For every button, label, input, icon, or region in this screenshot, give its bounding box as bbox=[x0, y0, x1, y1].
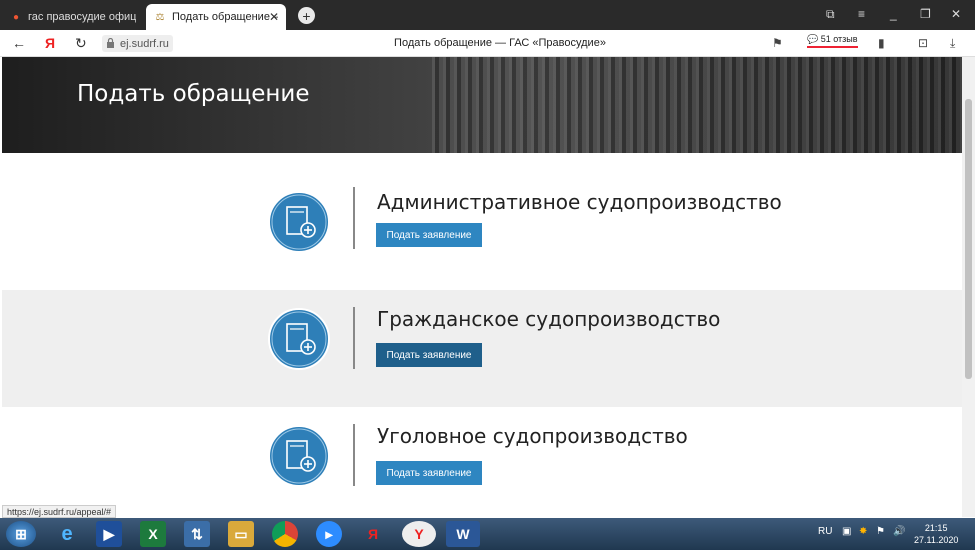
close-window-icon[interactable]: ✕ bbox=[951, 7, 961, 21]
yandex-icon[interactable]: Я bbox=[360, 521, 386, 547]
tabs-icon[interactable]: ⧉ bbox=[826, 7, 835, 22]
bookmark-icon[interactable]: ▮ bbox=[878, 36, 885, 50]
section-title: Гражданское судопроизводство bbox=[377, 307, 721, 331]
yandex-home-icon[interactable]: Я bbox=[45, 35, 55, 51]
hero-title: Подать обращение bbox=[77, 81, 310, 107]
bookshelf-background bbox=[432, 57, 962, 153]
explorer-folder-icon[interactable]: ▭ bbox=[228, 521, 254, 547]
browser-tabbar: ● гас правосудие официаль ⚖ Подать обращ… bbox=[0, 0, 975, 30]
document-add-icon bbox=[268, 191, 330, 253]
menu-icon[interactable]: ≡ bbox=[858, 7, 865, 21]
document-add-icon bbox=[268, 308, 330, 370]
tray-app-icon[interactable]: ▣ bbox=[842, 526, 851, 537]
reviews-badge[interactable]: 💬 51 отзыв bbox=[807, 34, 858, 48]
section-title: Административное судопроизводство bbox=[377, 190, 782, 214]
scrollbar-thumb[interactable] bbox=[965, 99, 972, 379]
reviews-label: 51 отзыв bbox=[820, 34, 858, 44]
action-center-flag-icon[interactable]: ⚑ bbox=[876, 526, 885, 537]
submit-application-button[interactable]: Подать заявление bbox=[376, 223, 482, 247]
yandex-favicon-icon: ● bbox=[12, 11, 20, 23]
section-administrative: Административное судопроизводство Подать… bbox=[2, 153, 962, 270]
translate-icon[interactable]: ⚑ bbox=[772, 36, 783, 50]
url-text: ej.sudrf.ru bbox=[120, 37, 169, 50]
windows-taskbar: ⊞ e ▶ X ⇅ ▭ ▸ Я Y W RU ▣ ✸ ⚑ 🔊 21:15 27.… bbox=[0, 518, 975, 550]
section-civil: Гражданское судопроизводство Подать заяв… bbox=[2, 290, 962, 407]
reload-icon[interactable]: ↻ bbox=[75, 35, 87, 52]
yandex-browser-icon[interactable]: Y bbox=[402, 521, 436, 547]
clock-date: 27.11.2020 bbox=[914, 535, 959, 545]
volume-icon[interactable]: 🔊 bbox=[893, 526, 905, 537]
start-button[interactable]: ⊞ bbox=[6, 521, 36, 547]
download-icon[interactable]: ⤓ bbox=[950, 36, 955, 51]
tray-warning-icon[interactable]: ✸ bbox=[859, 526, 867, 537]
back-icon[interactable]: ← bbox=[12, 35, 26, 51]
url-field[interactable]: ej.sudrf.ru bbox=[102, 35, 173, 52]
page-title: Подать обращение — ГАС «Правосудие» bbox=[394, 37, 606, 49]
section-divider bbox=[353, 187, 355, 249]
lock-icon bbox=[107, 38, 114, 48]
sidebar-icon[interactable]: ⊡ bbox=[918, 36, 928, 50]
restore-icon[interactable]: ❐ bbox=[920, 7, 931, 21]
section-divider bbox=[353, 424, 355, 486]
network-icon[interactable]: ⇅ bbox=[184, 521, 210, 547]
internet-explorer-icon[interactable]: e bbox=[54, 521, 80, 547]
tab-label: гас правосудие официаль bbox=[28, 11, 136, 23]
address-bar: ← Я ↻ ej.sudrf.ru Подать обращение — ГАС… bbox=[0, 30, 975, 57]
close-tab-icon[interactable]: ✕ bbox=[269, 10, 279, 24]
minimize-icon[interactable]: _ bbox=[890, 7, 897, 21]
new-tab-button[interactable]: + bbox=[298, 7, 315, 24]
zoom-icon[interactable]: ▸ bbox=[316, 521, 342, 547]
tab-label: Подать обращение — bbox=[172, 11, 278, 23]
excel-icon[interactable]: X bbox=[140, 521, 166, 547]
page-scrollbar[interactable] bbox=[962, 57, 975, 517]
document-add-icon bbox=[268, 425, 330, 487]
clock-time: 21:15 bbox=[924, 523, 948, 533]
hero-banner: Подать обращение bbox=[2, 57, 962, 153]
media-player-icon[interactable]: ▶ bbox=[96, 521, 122, 547]
tab-search[interactable]: ● гас правосудие официаль bbox=[2, 4, 144, 30]
system-clock[interactable]: 21:15 27.11.2020 bbox=[914, 522, 958, 546]
language-indicator[interactable]: RU bbox=[818, 526, 832, 537]
section-divider bbox=[353, 307, 355, 369]
status-url: https://ej.sudrf.ru/appeal/# bbox=[2, 505, 117, 518]
submit-application-button[interactable]: Подать заявление bbox=[376, 343, 482, 367]
tab-appeal[interactable]: ⚖ Подать обращение — ✕ bbox=[146, 4, 286, 30]
submit-application-button[interactable]: Подать заявление bbox=[376, 461, 482, 485]
chrome-icon[interactable] bbox=[272, 521, 298, 547]
section-criminal: Уголовное судопроизводство Подать заявле… bbox=[2, 407, 962, 517]
section-title: Уголовное судопроизводство bbox=[377, 424, 688, 448]
word-icon[interactable]: W bbox=[446, 521, 480, 547]
page-viewport: Подать обращение Административное судопр… bbox=[2, 57, 962, 517]
scales-favicon-icon: ⚖ bbox=[155, 11, 165, 23]
